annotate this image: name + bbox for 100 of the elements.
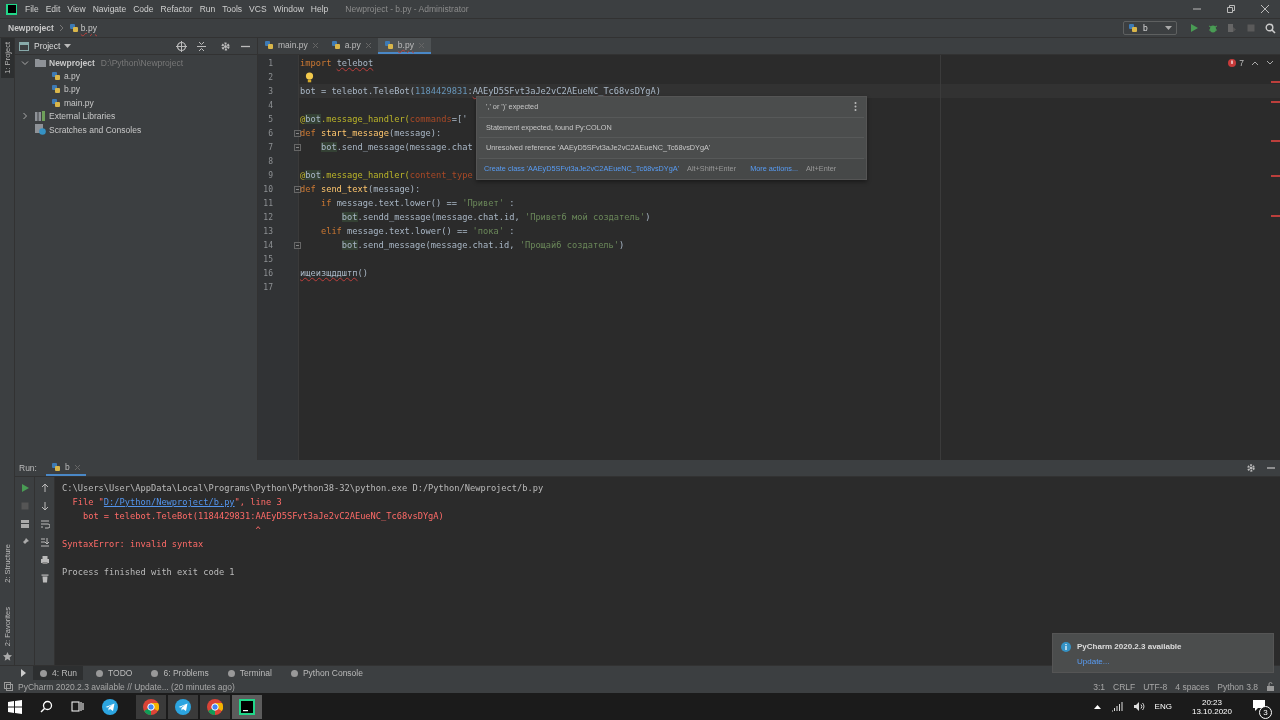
caret-up-icon[interactable] bbox=[1093, 704, 1101, 709]
status-item[interactable]: UTF-8 bbox=[1143, 681, 1168, 692]
editor-tab[interactable]: main.py bbox=[258, 38, 325, 54]
telegram-icon[interactable] bbox=[102, 698, 118, 715]
lock-icon[interactable] bbox=[1266, 682, 1275, 691]
settings-icon[interactable] bbox=[1246, 463, 1256, 473]
menu-item[interactable]: Run bbox=[199, 4, 216, 14]
editor-tab[interactable]: a.py bbox=[324, 38, 378, 54]
tree-item[interactable]: Scratches and Consoles bbox=[49, 124, 142, 135]
line-number: 3 bbox=[267, 86, 273, 96]
tree-item[interactable]: External Libraries bbox=[49, 111, 116, 122]
tree-item[interactable]: b.py bbox=[64, 84, 81, 95]
pycharm-icon[interactable] bbox=[232, 694, 262, 719]
tree-item[interactable]: main.py bbox=[64, 97, 94, 108]
panel-toggle-icon[interactable] bbox=[4, 682, 13, 691]
search-icon[interactable] bbox=[1265, 22, 1276, 34]
line-number: 9 bbox=[267, 170, 273, 180]
fold-marker-icon[interactable] bbox=[294, 129, 301, 137]
menu-item[interactable]: Edit bbox=[45, 4, 61, 14]
console-line: C:\Users\User\AppData\Local\Programs\Python\Python38-32\python.exe D:/Python/Newproject/b.py bbox=[62, 483, 544, 493]
tool-window-tab[interactable]: TODO bbox=[89, 666, 139, 680]
windows-start-icon[interactable] bbox=[8, 699, 22, 714]
tree-item[interactable]: Newproject bbox=[49, 57, 95, 68]
target-icon[interactable] bbox=[176, 40, 187, 52]
status-message[interactable]: PyCharm 2020.2.3 available // Update... (20 minutes ago) bbox=[18, 681, 235, 692]
menu-item[interactable]: VCS bbox=[249, 4, 267, 14]
console-line: Process finished with exit code 1 bbox=[62, 567, 235, 577]
console-line: File " bbox=[71, 497, 104, 507]
scroll-end-icon[interactable] bbox=[39, 537, 50, 547]
fold-marker-icon[interactable] bbox=[294, 143, 301, 151]
code-line: bot = telebot.TeleBot(1184429831:AAEyD5SFvt3aJe2vC2AEueNC_Tc68vsDYgA) bbox=[300, 86, 661, 96]
panel-title-dropdown[interactable]: Project bbox=[34, 41, 72, 51]
tool-window-tab[interactable]: Terminal bbox=[220, 666, 278, 680]
collapse-icon[interactable] bbox=[196, 40, 207, 52]
fold-marker-icon[interactable] bbox=[294, 241, 301, 249]
up-arrow-icon[interactable] bbox=[39, 483, 50, 493]
task-view-icon[interactable] bbox=[71, 700, 84, 713]
trash-icon[interactable] bbox=[39, 573, 50, 583]
expand-icon[interactable] bbox=[20, 669, 27, 677]
down-arrow-icon[interactable] bbox=[39, 501, 50, 511]
wifi-icon[interactable] bbox=[1110, 701, 1123, 712]
menu-item[interactable]: File bbox=[25, 4, 39, 14]
run-icon[interactable] bbox=[19, 483, 30, 493]
run-icon[interactable] bbox=[1189, 23, 1199, 33]
clock-date[interactable]: 13.10.2020 bbox=[1191, 706, 1232, 716]
line-number: 15 bbox=[262, 254, 273, 264]
code-line: ищеизщддштп() bbox=[300, 268, 368, 278]
status-item[interactable]: Python 3.8 bbox=[1217, 681, 1258, 692]
notification-icon[interactable] bbox=[1252, 699, 1266, 712]
more-options-icon[interactable] bbox=[854, 102, 857, 112]
tool-window-tab[interactable]: Python Console bbox=[283, 666, 369, 680]
notification-count: 3 bbox=[1259, 706, 1272, 719]
python-file-icon bbox=[51, 71, 61, 82]
tool-window-tab[interactable]: 6: Problems bbox=[144, 666, 215, 680]
file-link[interactable]: D:/Python/Newproject/b.py bbox=[103, 497, 235, 507]
chrome-icon[interactable] bbox=[136, 694, 166, 719]
tool-window-icon bbox=[95, 668, 105, 678]
chrome-icon[interactable] bbox=[200, 694, 230, 719]
breadcrumb[interactable]: b.py bbox=[80, 23, 97, 33]
line-number: 12 bbox=[262, 212, 273, 222]
code-line: bot.sendd_message(message.chat.id, 'Приветб мой создатель') bbox=[340, 212, 651, 222]
layout-icon[interactable] bbox=[19, 519, 30, 529]
line-number: 17 bbox=[262, 282, 273, 292]
close-icon[interactable] bbox=[1260, 4, 1270, 14]
menu-item[interactable]: Refactor bbox=[160, 4, 193, 14]
fold-marker-icon[interactable] bbox=[294, 185, 301, 193]
error-count[interactable]: 7 bbox=[1228, 58, 1244, 68]
menu-item[interactable]: Tools bbox=[222, 4, 243, 14]
bug-icon[interactable] bbox=[1208, 23, 1218, 33]
run-tab[interactable]: b bbox=[45, 460, 86, 476]
code-line: elif message.text.lower() == 'пока' : bbox=[319, 226, 515, 236]
panel-icon bbox=[19, 41, 29, 51]
python-file-icon bbox=[330, 40, 341, 50]
breadcrumb[interactable]: Newproject bbox=[8, 23, 54, 33]
print-icon[interactable] bbox=[39, 555, 50, 565]
window-title: Newproject - b.py - Administrator bbox=[345, 4, 469, 14]
menu-item[interactable]: View bbox=[67, 4, 86, 14]
speaker-icon[interactable] bbox=[1132, 701, 1145, 712]
status-item[interactable]: 3:1 bbox=[1093, 681, 1106, 692]
code-line: bot.send_message(message.chat bbox=[319, 142, 473, 152]
tool-window-icon bbox=[39, 668, 48, 678]
editor-tab[interactable]: b.py bbox=[377, 38, 431, 54]
menu-item[interactable]: Window bbox=[273, 4, 304, 14]
clock-time[interactable]: 20:23 bbox=[1201, 697, 1222, 707]
lightbulb-icon[interactable] bbox=[305, 71, 314, 83]
wrap-icon[interactable] bbox=[39, 519, 50, 529]
status-item[interactable]: 4 spaces bbox=[1175, 681, 1210, 692]
settings-icon[interactable] bbox=[220, 40, 231, 52]
telegram-icon[interactable] bbox=[168, 694, 198, 719]
language-indicator[interactable]: ENG bbox=[1154, 702, 1172, 711]
tool-window-tab[interactable]: 4: Run bbox=[33, 666, 84, 680]
menu-item[interactable]: Navigate bbox=[92, 4, 127, 14]
tree-item[interactable]: a.py bbox=[64, 71, 81, 82]
restore-icon[interactable] bbox=[1226, 4, 1236, 14]
status-item[interactable]: CRLF bbox=[1113, 681, 1136, 692]
menu-item[interactable]: Help bbox=[310, 4, 329, 14]
search-icon[interactable] bbox=[40, 700, 53, 713]
run-config-dropdown[interactable]: b bbox=[1123, 21, 1177, 35]
menu-item[interactable]: Code bbox=[133, 4, 154, 14]
code-line: bot.send_message(message.chat.id, 'Прощайб создатель') bbox=[340, 240, 625, 250]
